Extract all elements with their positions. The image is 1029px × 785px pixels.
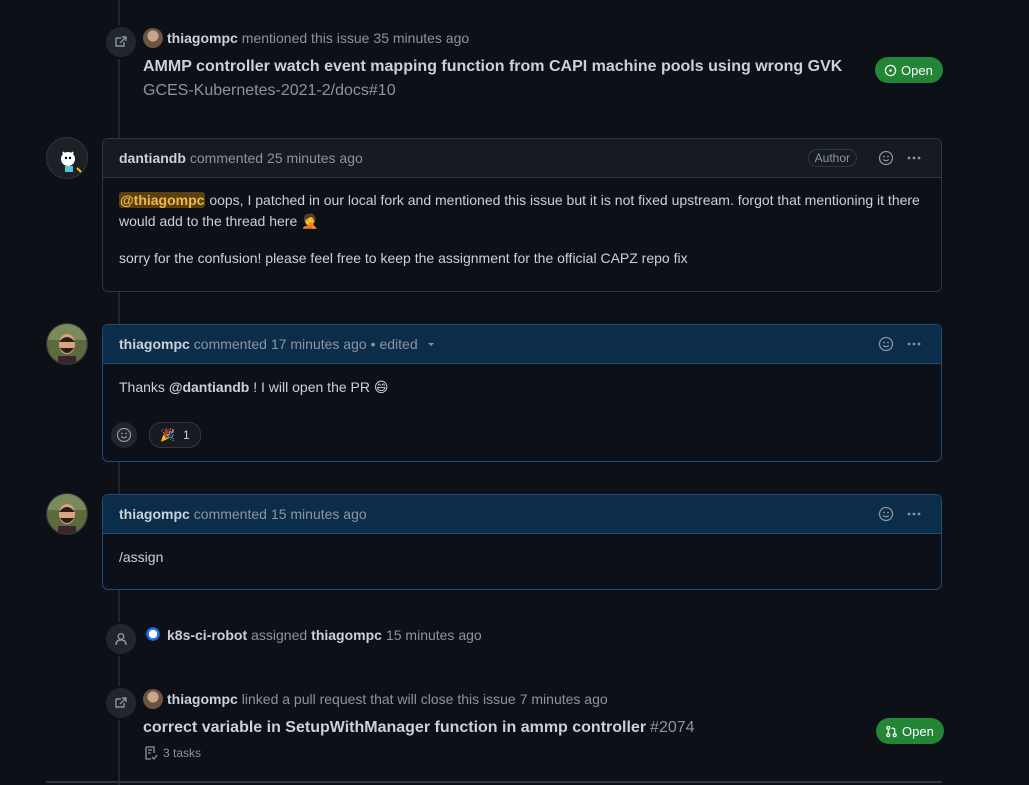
comment-header: thiagompc commented 15 minutes ago [103,495,941,534]
assigned-event: k8s-ci-robot assigned thiagompc 15 minut… [143,625,482,645]
comment-card-dantiandb: dantiandb commented 25 minutes ago Autho… [102,138,942,292]
tasks-count: 3 tasks [163,746,202,760]
kebab-menu-icon[interactable] [903,147,925,169]
edited-dropdown[interactable]: • edited [371,336,418,352]
reaction-pill-hooray[interactable]: 🎉 1 [149,422,201,448]
event-action: assigned [251,627,308,643]
comment-card-thiagompc-1: thiagompc commented 17 minutes ago • edi… [102,324,942,462]
pull-request-icon [886,725,897,737]
comment-verb: commented [193,506,267,522]
add-reaction-icon[interactable] [111,422,137,448]
comment-paragraph: @thiagompc oops, I patched in our local … [119,190,925,232]
smiley-icon[interactable] [875,147,897,169]
user-avatar-small[interactable] [143,689,163,709]
comment-paragraph: sorry for the confusion! please feel fre… [119,250,688,266]
issue-open-badge: Open [875,57,943,83]
comment-text: Thanks [119,379,169,395]
tasklist-icon [145,746,158,760]
comment-author[interactable]: thiagompc [119,336,190,352]
comment-paragraph: Thanks @dantiandb ! I will open the PR 😄 [119,377,925,398]
smiley-icon[interactable] [875,333,897,355]
reactions-row: 🎉 1 [111,422,201,448]
comment-author[interactable]: thiagompc [119,506,190,522]
linked-pr-event: thiagompc linked a pull request that wil… [143,689,608,709]
comment-header: dantiandb commented 25 minutes ago Autho… [103,139,941,178]
kebab-menu-icon[interactable] [903,503,925,525]
timeline-end-divider [46,781,942,783]
event-time[interactable]: 35 minutes ago [373,30,469,46]
avatar[interactable] [46,493,88,535]
pr-title-text[interactable]: correct variable in SetupWithManager fun… [143,719,646,736]
pr-open-badge: Open [876,718,944,744]
comment-time[interactable]: 25 minutes ago [267,150,363,166]
comment-text: oops, I patched in our local fork and me… [119,192,920,229]
kebab-menu-icon[interactable] [903,333,925,355]
comment-body: Thanks @dantiandb ! I will open the PR 😄 [103,364,941,412]
event-action: mentioned this issue [241,30,370,46]
reaction-count: 1 [182,428,190,442]
issue-state-label: Open [901,62,933,78]
avatar[interactable] [46,137,88,179]
comment-verb: commented [189,150,264,166]
event-time[interactable]: 15 minutes ago [386,627,482,643]
cross-reference-icon [104,686,138,720]
smiley-icon[interactable] [875,503,897,525]
event-actor-link[interactable]: k8s-ci-robot [167,627,247,643]
comment-text: ! I will open the PR 😄 [249,379,389,395]
comment-body: @thiagompc oops, I patched in our local … [103,178,941,283]
cross-reference-icon [104,25,138,59]
reaction-emoji: 🎉 [160,428,175,442]
caret-down-icon[interactable] [420,333,442,355]
event-time[interactable]: 7 minutes ago [520,691,608,707]
user-mention[interactable]: @dantiandb [169,379,250,395]
event-user-link[interactable]: thiagompc [167,691,238,707]
author-label: Author [807,149,857,167]
comment-body: /assign [103,534,941,582]
linked-pr-title[interactable]: correct variable in SetupWithManager fun… [143,719,695,737]
comment-time[interactable]: 17 minutes ago [271,336,367,352]
robot-avatar-small[interactable] [143,625,163,645]
referenced-issue-repo[interactable]: GCES-Kubernetes-2021-2/docs#10 [143,82,396,100]
pr-number[interactable]: #2074 [650,719,695,736]
avatar[interactable] [46,323,88,365]
issue-open-icon [884,64,897,76]
comment-card-thiagompc-2: thiagompc commented 15 minutes ago /assi… [102,494,942,590]
event-assignee-link[interactable]: thiagompc [311,627,382,643]
comment-author[interactable]: dantiandb [119,150,186,166]
person-icon [104,622,138,656]
user-mention[interactable]: @thiagompc [119,192,206,208]
pr-tasks: 3 tasks [143,745,201,761]
pr-state-label: Open [902,723,934,739]
user-avatar-small[interactable] [143,28,163,48]
comment-time[interactable]: 15 minutes ago [271,506,367,522]
comment-header: thiagompc commented 17 minutes ago • edi… [103,325,941,364]
comment-paragraph: /assign [119,549,164,565]
referenced-issue-title[interactable]: AMMP controller watch event mapping func… [143,58,842,76]
comment-verb: commented [193,336,267,352]
event-user-link[interactable]: thiagompc [167,30,238,46]
cross-reference-event-1: thiagompc mentioned this issue 35 minute… [143,28,469,48]
event-action: linked a pull request that will close th… [241,691,516,707]
